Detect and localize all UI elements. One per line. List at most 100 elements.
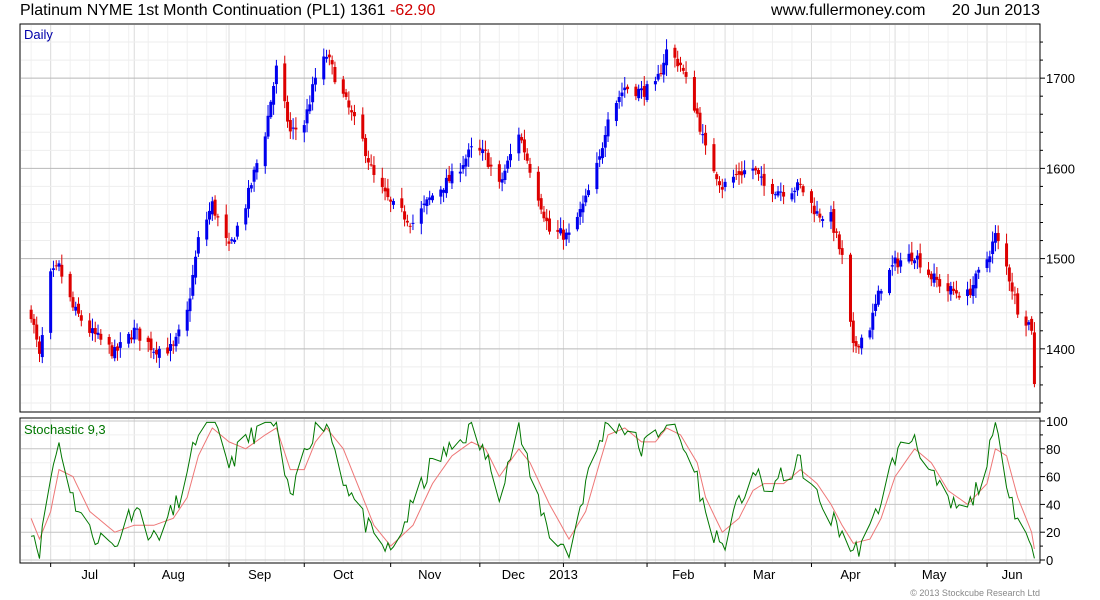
candle-body bbox=[77, 303, 81, 314]
candle-body bbox=[952, 288, 956, 291]
candle-body bbox=[1010, 282, 1014, 292]
candle-body bbox=[380, 177, 384, 188]
candle-body bbox=[600, 148, 604, 159]
candle-body bbox=[927, 269, 931, 275]
candle-body bbox=[751, 168, 755, 171]
candle-body bbox=[698, 112, 702, 132]
candle-body bbox=[1032, 332, 1036, 385]
candle-body bbox=[127, 333, 131, 344]
copyright-notice: © 2013 Stockcube Research Ltd bbox=[910, 588, 1040, 598]
candle-body bbox=[503, 170, 507, 181]
candle-body bbox=[809, 191, 813, 203]
candle-body bbox=[561, 229, 565, 240]
candle-body bbox=[762, 173, 766, 186]
candle-body bbox=[506, 160, 510, 169]
candle-body bbox=[876, 290, 880, 305]
candle-body bbox=[174, 336, 178, 347]
candle-body bbox=[626, 86, 630, 90]
candle-body bbox=[757, 170, 761, 175]
candle-body bbox=[386, 188, 390, 198]
candle-body bbox=[333, 67, 337, 83]
candle-body bbox=[439, 189, 443, 197]
candle-body bbox=[422, 203, 426, 206]
candle-body bbox=[525, 153, 529, 161]
candle-body bbox=[149, 338, 153, 351]
candle-body bbox=[286, 101, 290, 122]
stoch-axis-label: 80 bbox=[1046, 442, 1060, 457]
candle-body bbox=[194, 256, 198, 278]
candle-body bbox=[152, 351, 156, 353]
candle-body bbox=[350, 110, 354, 113]
candle-body bbox=[1024, 316, 1028, 326]
candle-body bbox=[522, 139, 526, 153]
candle-body bbox=[252, 169, 256, 182]
candle-body bbox=[366, 158, 370, 163]
candle-body bbox=[673, 47, 677, 58]
candle-body bbox=[361, 114, 365, 139]
candle-body bbox=[642, 86, 646, 97]
candle-body bbox=[500, 179, 504, 183]
candle-body bbox=[347, 100, 351, 108]
stoch-axis-label: 100 bbox=[1046, 414, 1068, 429]
candle-body bbox=[890, 265, 894, 267]
candle-body bbox=[489, 164, 493, 167]
candle-body bbox=[383, 187, 387, 192]
candle-body bbox=[464, 158, 468, 167]
candle-body bbox=[269, 101, 273, 118]
candle-body bbox=[171, 344, 175, 346]
candle-body bbox=[595, 162, 599, 190]
candle-body bbox=[829, 212, 833, 222]
candle-body bbox=[1005, 243, 1009, 267]
candle-body bbox=[244, 208, 248, 225]
candle-body bbox=[617, 97, 621, 103]
candle-body bbox=[177, 329, 181, 337]
candle-body bbox=[946, 283, 950, 292]
candle-body bbox=[812, 205, 816, 215]
candle-body bbox=[837, 234, 841, 250]
candle-body bbox=[857, 345, 861, 348]
candle-body bbox=[450, 171, 454, 184]
candle-body bbox=[715, 174, 719, 180]
candle-body bbox=[325, 56, 329, 59]
candle-body bbox=[272, 86, 276, 105]
candle-body bbox=[235, 225, 239, 237]
candle-body bbox=[1027, 322, 1031, 325]
candle-body bbox=[224, 214, 228, 238]
candle-body bbox=[692, 77, 696, 111]
stoch-axis-label: 60 bbox=[1046, 470, 1060, 485]
candle-body bbox=[770, 183, 774, 194]
candle-body bbox=[938, 279, 942, 287]
candle-body bbox=[773, 194, 777, 196]
candle-body bbox=[899, 260, 903, 267]
candle-body bbox=[428, 197, 432, 200]
candle-body bbox=[352, 112, 356, 117]
candle-body bbox=[60, 264, 64, 277]
price-panel-label: Daily bbox=[24, 27, 53, 42]
candle-body bbox=[818, 213, 822, 218]
stoch-axis-label: 40 bbox=[1046, 497, 1060, 512]
candle-body bbox=[49, 271, 53, 333]
candle-body bbox=[662, 62, 666, 75]
stoch-axis-label: 20 bbox=[1046, 525, 1060, 540]
candle-body bbox=[545, 217, 549, 222]
x-axis-label: Jun bbox=[1002, 567, 1023, 582]
x-axis-label: May bbox=[922, 567, 947, 582]
candle-body bbox=[720, 187, 724, 190]
candle-body bbox=[118, 342, 122, 348]
candle-body bbox=[155, 349, 159, 355]
candle-body bbox=[93, 328, 97, 335]
candle-body bbox=[966, 289, 970, 296]
candle-body bbox=[255, 163, 259, 173]
candle-body bbox=[868, 330, 872, 338]
candle-body bbox=[918, 253, 922, 268]
candle-body bbox=[678, 62, 682, 66]
candle-body bbox=[548, 218, 552, 232]
x-axis-label: Dec bbox=[502, 567, 526, 582]
candle-body bbox=[893, 257, 897, 264]
candle-body bbox=[481, 149, 485, 154]
candle-body bbox=[821, 219, 825, 221]
candle-body bbox=[210, 201, 214, 215]
candle-body bbox=[656, 73, 660, 80]
candle-body bbox=[1007, 267, 1011, 282]
candle-body bbox=[274, 65, 278, 85]
